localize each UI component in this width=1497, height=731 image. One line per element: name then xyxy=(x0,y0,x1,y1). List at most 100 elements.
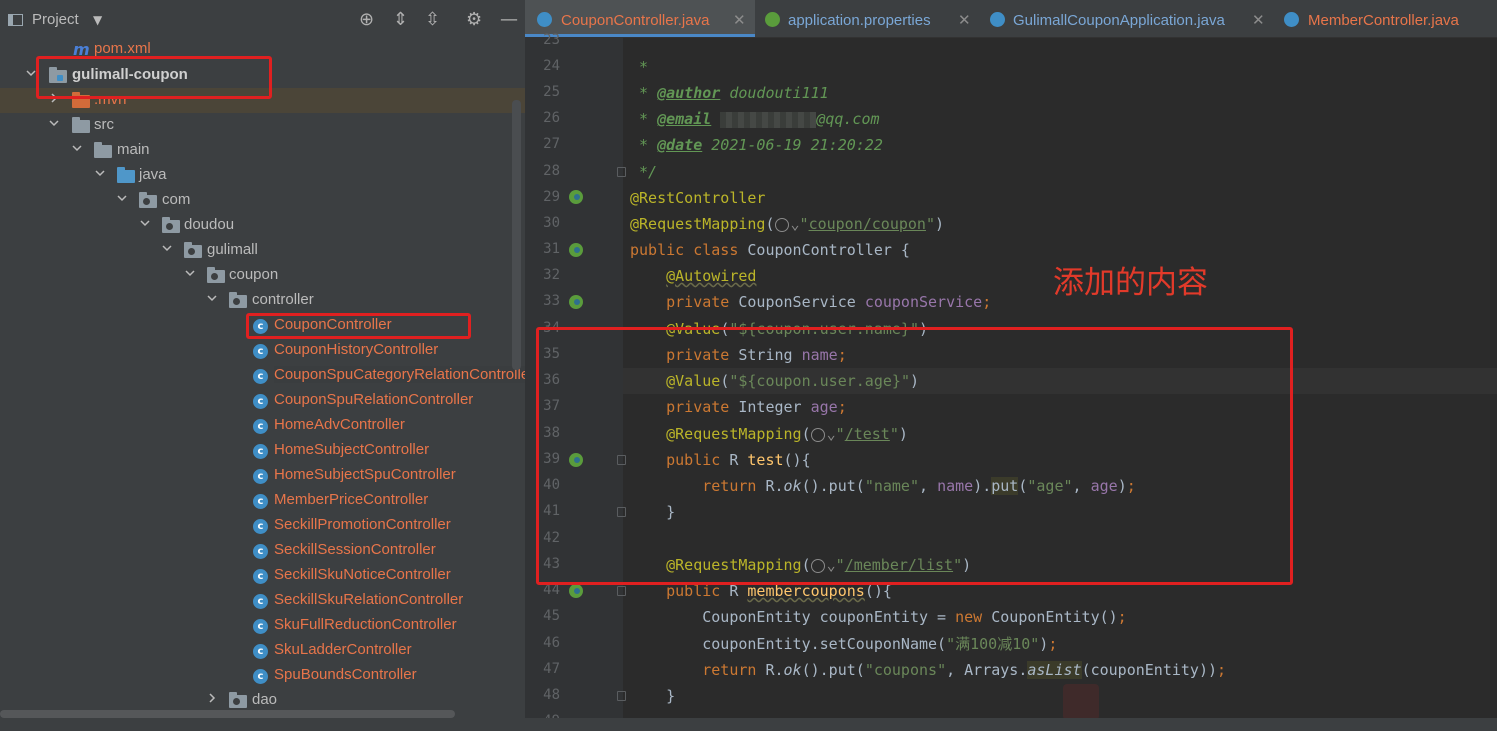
tree-item-class[interactable]: c SpuBoundsController xyxy=(0,663,525,688)
tree-item-label: SeckillSkuNoticeController xyxy=(274,566,451,583)
tree-item-class[interactable]: c HomeSubjectController xyxy=(0,438,525,463)
chevron-down-icon[interactable] xyxy=(49,118,59,128)
tree-item-coupon[interactable]: coupon xyxy=(0,263,525,288)
tree-item-label: com xyxy=(162,191,191,208)
tree-item-class[interactable]: c HomeAdvController xyxy=(0,413,525,438)
tree-item-label: MemberPriceController xyxy=(274,491,429,508)
chevron-down-icon[interactable] xyxy=(95,168,105,178)
class-icon xyxy=(990,12,1005,27)
tree-item-class[interactable]: c SeckillPromotionController xyxy=(0,513,525,538)
class-icon: c xyxy=(253,419,268,434)
package-icon xyxy=(229,292,247,308)
class-icon: c xyxy=(253,544,268,559)
tab-label: GulimallCouponApplication.java xyxy=(1013,12,1225,29)
code-line: return R.ok().put("coupons", Arrays.asLi… xyxy=(702,661,1227,679)
tree-item-gulimall[interactable]: gulimall xyxy=(0,238,525,263)
gear-icon[interactable]: ⚙ xyxy=(466,10,482,30)
class-icon xyxy=(537,12,552,27)
tree-item-label: CouponHistoryController xyxy=(274,341,439,358)
tree-item-class[interactable]: c CouponSpuRelationController xyxy=(0,388,525,413)
class-icon: c xyxy=(253,469,268,484)
tree-item-class[interactable]: c SeckillSessionController xyxy=(0,538,525,563)
chevron-down-icon[interactable]: ▼ xyxy=(93,13,102,27)
globe-icon[interactable] xyxy=(774,217,789,232)
chevron-down-icon[interactable] xyxy=(162,243,172,253)
close-icon[interactable]: ✕ xyxy=(1252,11,1265,29)
properties-file-icon xyxy=(765,12,780,27)
class-icon: c xyxy=(253,644,268,659)
tree-item-label: controller xyxy=(252,291,314,308)
chevron-down-icon[interactable] xyxy=(26,68,36,78)
tree-item-class[interactable]: c SkuLadderController xyxy=(0,638,525,663)
highlight-box-added-code xyxy=(536,327,1293,585)
code-area[interactable]: * * @author doudouti111 * @email @qq.com… xyxy=(525,37,1497,731)
tree-item-label: SeckillSkuRelationController xyxy=(274,591,464,608)
tree-item-label: SkuLadderController xyxy=(274,641,412,658)
tree-item-src[interactable]: src xyxy=(0,113,525,138)
tree-item-com[interactable]: com xyxy=(0,188,525,213)
class-icon: c xyxy=(253,369,268,384)
close-icon[interactable]: ✕ xyxy=(958,11,971,29)
class-icon: c xyxy=(253,519,268,534)
project-panel-title[interactable]: Project xyxy=(32,11,79,28)
tree-item-label: pom.xml xyxy=(94,40,151,57)
highlight-box-module xyxy=(36,56,272,99)
close-icon[interactable]: ✕ xyxy=(733,11,746,29)
tree-item-doudou[interactable]: doudou xyxy=(0,213,525,238)
class-icon: c xyxy=(253,344,268,359)
chevron-down-icon[interactable] xyxy=(140,218,150,228)
tab-member-controller[interactable]: MemberController.java xyxy=(1278,0,1497,37)
tree-item-java[interactable]: java xyxy=(0,163,525,188)
code-line: @RestController xyxy=(630,189,766,207)
code-line: * @author doudouti111 xyxy=(630,84,829,102)
locate-icon[interactable]: ⊕ xyxy=(359,10,374,30)
chevron-down-icon[interactable] xyxy=(185,268,195,278)
class-icon: c xyxy=(253,444,268,459)
tree-item-label: SeckillSessionController xyxy=(274,541,436,558)
tab-gulimall-coupon-application[interactable]: GulimallCouponApplication.java ✕ xyxy=(980,0,1278,37)
code-line: couponEntity.setCouponName("满100减10"); xyxy=(630,635,1058,653)
code-line: */ xyxy=(630,163,658,181)
package-icon xyxy=(162,217,180,233)
tab-application-properties[interactable]: application.properties ✕ xyxy=(755,0,980,37)
collapse-all-icon[interactable]: ⇳ xyxy=(425,10,440,30)
tree-item-main[interactable]: main xyxy=(0,138,525,163)
tree-item-label: HomeSubjectSpuController xyxy=(274,466,456,483)
class-icon: c xyxy=(253,594,268,609)
project-window-icon[interactable] xyxy=(8,14,23,26)
tree-item-class[interactable]: c SkuFullReductionController xyxy=(0,613,525,638)
tree-item-label: main xyxy=(117,141,150,158)
project-panel: Project ▼ ⊕ ⇕ ⇳ ⚙ — m pom.xml gulimall-c… xyxy=(0,0,525,731)
editor-tabs: CouponController.java ✕ application.prop… xyxy=(525,0,1497,38)
chevron-down-icon[interactable] xyxy=(207,293,217,303)
chevron-right-icon[interactable] xyxy=(207,693,217,703)
project-horizontal-scrollbar[interactable] xyxy=(0,710,455,718)
package-icon xyxy=(229,692,247,708)
class-icon: c xyxy=(253,569,268,584)
tree-item-class[interactable]: c MemberPriceController xyxy=(0,488,525,513)
tree-item-class[interactable]: c HomeSubjectSpuController xyxy=(0,463,525,488)
tree-item-class[interactable]: c CouponSpuCategoryRelationController xyxy=(0,363,525,388)
code-line: @Autowired xyxy=(666,267,757,285)
tree-item-label: doudou xyxy=(184,216,235,233)
tree-item-label: java xyxy=(139,166,167,183)
class-icon: c xyxy=(253,394,268,409)
code-line: * @date 2021-06-19 21:20:22 xyxy=(630,136,883,154)
tree-item-controller[interactable]: controller xyxy=(0,288,525,313)
search-icon[interactable] xyxy=(1063,684,1099,720)
expand-all-icon[interactable]: ⇕ xyxy=(393,10,408,30)
package-icon xyxy=(139,192,157,208)
project-panel-header: Project ▼ ⊕ ⇕ ⇳ ⚙ — xyxy=(0,0,525,42)
source-folder-icon xyxy=(117,167,135,183)
code-line: private CouponService couponService; xyxy=(666,293,992,311)
minimize-icon[interactable]: — xyxy=(500,10,518,30)
class-icon: c xyxy=(253,619,268,634)
tree-item-class[interactable]: c SeckillSkuNoticeController xyxy=(0,563,525,588)
tree-item-label: gulimall xyxy=(207,241,258,258)
tree-item-label: SkuFullReductionController xyxy=(274,616,457,633)
chevron-down-icon[interactable] xyxy=(117,193,127,203)
chevron-down-icon[interactable] xyxy=(72,143,82,153)
project-vertical-scrollbar[interactable] xyxy=(512,100,521,370)
tree-item-class[interactable]: c SeckillSkuRelationController xyxy=(0,588,525,613)
tree-item-class[interactable]: c CouponHistoryController xyxy=(0,338,525,363)
